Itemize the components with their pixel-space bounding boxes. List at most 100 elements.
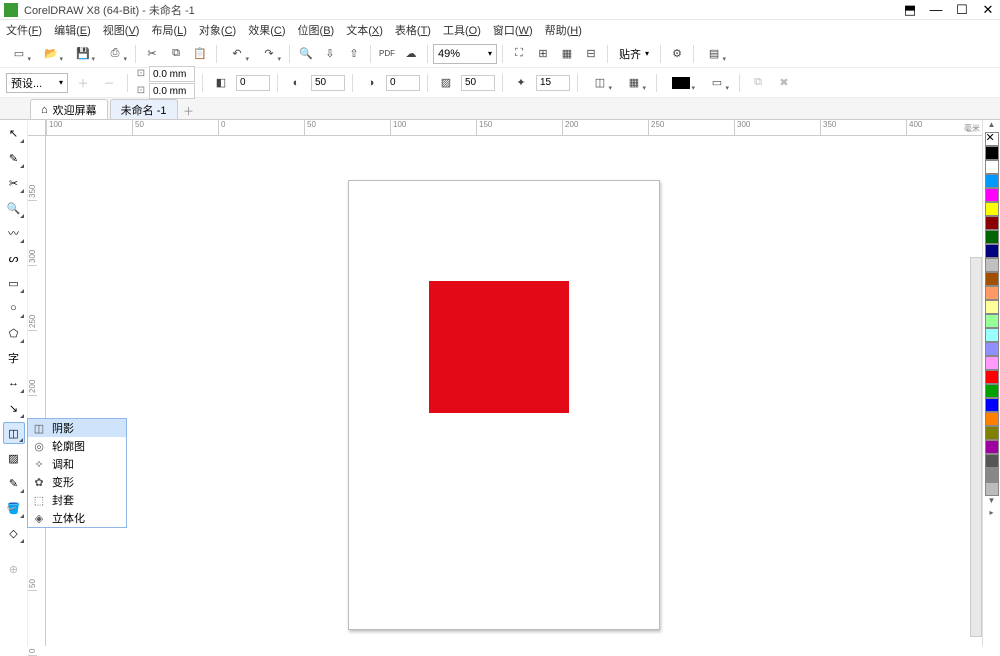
menu-item[interactable]: 编辑(E)	[54, 22, 91, 38]
canvas-area[interactable]: 10050050100150200250300350400 毫米 3503002…	[28, 120, 982, 646]
close-button[interactable]: ✕	[980, 2, 996, 18]
import-button[interactable]: ⇩	[319, 43, 341, 65]
flyout-item[interactable]: ⬚封套	[28, 491, 126, 509]
export-button[interactable]: ⇧	[343, 43, 365, 65]
preset-dropdown[interactable]: 预设...▾	[6, 73, 68, 93]
restore-down-icon[interactable]: ⬒	[902, 2, 918, 18]
snap-dropdown[interactable]: 贴齐▾	[613, 44, 655, 64]
search-button[interactable]: 🔍	[295, 43, 317, 65]
eyedropper-tool[interactable]: ✎	[3, 472, 25, 494]
transparency-tool[interactable]: ▨	[3, 447, 25, 469]
rectangle-tool[interactable]: ▭	[3, 272, 25, 294]
print-button[interactable]: ⎙	[100, 43, 130, 65]
menu-item[interactable]: 布局(L)	[151, 22, 186, 38]
color-swatch[interactable]	[985, 216, 999, 230]
menu-item[interactable]: 表格(T)	[395, 22, 431, 38]
color-swatch[interactable]	[985, 174, 999, 188]
add-tab-button[interactable]: ＋	[180, 103, 198, 119]
shadow-feather-input[interactable]: 15	[536, 75, 570, 91]
outline-tool[interactable]: ◇	[3, 522, 25, 544]
menu-item[interactable]: 窗口(W)	[493, 22, 533, 38]
color-swatch[interactable]	[985, 468, 999, 482]
fullscreen-button[interactable]: ⛶	[508, 43, 530, 65]
connector-tool[interactable]: ↘	[3, 397, 25, 419]
color-swatch[interactable]	[985, 356, 999, 370]
direction-icon[interactable]: ◧	[210, 72, 232, 94]
cloud-button[interactable]: ☁	[400, 43, 422, 65]
cut-button[interactable]: ✂	[141, 43, 163, 65]
color-swatch[interactable]	[985, 160, 999, 174]
minimize-button[interactable]: —	[928, 2, 944, 17]
parallel-dim-tool[interactable]: ↔	[3, 372, 25, 394]
tab-untitled[interactable]: 未命名 -1	[110, 99, 178, 119]
zoom-tool[interactable]: 🔍	[3, 197, 25, 219]
text-tool[interactable]: 字	[3, 347, 25, 369]
color-swatch[interactable]	[985, 286, 999, 300]
palette-down-button[interactable]: ▼	[985, 496, 999, 508]
pick-tool[interactable]: ↖	[3, 122, 25, 144]
color-swatch[interactable]	[985, 412, 999, 426]
artistic-tool[interactable]: ᔕ	[3, 247, 25, 269]
save-button[interactable]: 💾	[68, 43, 98, 65]
flyout-item[interactable]: ◫阴影	[28, 419, 126, 437]
color-swatch[interactable]	[985, 188, 999, 202]
shadow-color-button[interactable]	[664, 72, 698, 94]
x-pos-input[interactable]: 0.0 mm	[149, 66, 195, 82]
layout-button[interactable]: ▤	[699, 43, 729, 65]
palette-expand-button[interactable]: ▸	[985, 508, 999, 520]
menu-item[interactable]: 文本(X)	[346, 22, 383, 38]
vertical-scrollbar[interactable]	[970, 257, 982, 637]
quickcustomize-button[interactable]: ⊕	[3, 558, 25, 580]
clear-shadow-button[interactable]: ✖	[773, 72, 795, 94]
color-swatch[interactable]	[985, 202, 999, 216]
maximize-button[interactable]: ☐	[954, 2, 970, 18]
menu-item[interactable]: 帮助(H)	[545, 22, 582, 38]
add-preset-button[interactable]: ＋	[72, 72, 94, 94]
open-button[interactable]: 📂	[36, 43, 66, 65]
color-swatch[interactable]	[985, 482, 999, 496]
color-swatch[interactable]	[985, 370, 999, 384]
ellipse-tool[interactable]: ○	[3, 297, 25, 319]
color-swatch[interactable]	[985, 328, 999, 342]
shadow-angle-input[interactable]: 0	[236, 75, 270, 91]
fill-tool[interactable]: 🪣	[3, 497, 25, 519]
copy-button[interactable]: ⧉	[165, 43, 187, 65]
color-swatch[interactable]	[985, 440, 999, 454]
ruler-origin[interactable]	[28, 120, 46, 136]
shape-tool[interactable]: ✎	[3, 147, 25, 169]
freehand-tool[interactable]: 〰	[3, 222, 25, 244]
options-button[interactable]: ⚙	[666, 43, 688, 65]
zoom-input[interactable]: 49%▾	[433, 44, 497, 64]
color-swatch[interactable]	[985, 398, 999, 412]
flyout-item[interactable]: ◈立体化	[28, 509, 126, 527]
color-swatch[interactable]	[985, 342, 999, 356]
y-pos-input[interactable]: 0.0 mm	[149, 83, 195, 99]
shadow-fade-input[interactable]: 0	[386, 75, 420, 91]
undo-button[interactable]: ↶	[222, 43, 252, 65]
tab-welcome[interactable]: ⌂欢迎屏幕	[30, 99, 108, 119]
ruler-toggle[interactable]: ⊞	[532, 43, 554, 65]
feather-edge-button[interactable]: ▦	[619, 72, 649, 94]
crop-tool[interactable]: ✂	[3, 172, 25, 194]
red-rectangle-object[interactable]	[429, 281, 569, 413]
color-swatch[interactable]	[985, 384, 999, 398]
feather-dir-button[interactable]: ◫	[585, 72, 615, 94]
color-swatch[interactable]	[985, 272, 999, 286]
horizontal-ruler[interactable]: 10050050100150200250300350400	[46, 120, 982, 136]
redo-button[interactable]: ↷	[254, 43, 284, 65]
drop-shadow-tool[interactable]: ◫	[3, 422, 25, 444]
shadow-opacity-input[interactable]: 50	[461, 75, 495, 91]
no-color-swatch[interactable]: ✕	[985, 132, 999, 146]
menu-item[interactable]: 位图(B)	[298, 22, 335, 38]
merge-mode-button[interactable]: ▭	[702, 72, 732, 94]
guides-toggle[interactable]: ⊟	[580, 43, 602, 65]
new-button[interactable]: ▭	[4, 43, 34, 65]
feather-icon[interactable]: ✦	[510, 72, 532, 94]
menu-item[interactable]: 对象(C)	[199, 22, 236, 38]
copy-shadow-button[interactable]: ⧉	[747, 72, 769, 94]
polygon-tool[interactable]: ⬠	[3, 322, 25, 344]
remove-preset-button[interactable]: －	[98, 72, 120, 94]
opacity-icon[interactable]: ▨	[435, 72, 457, 94]
color-swatch[interactable]	[985, 314, 999, 328]
fade-icon[interactable]: ◑	[360, 72, 382, 94]
